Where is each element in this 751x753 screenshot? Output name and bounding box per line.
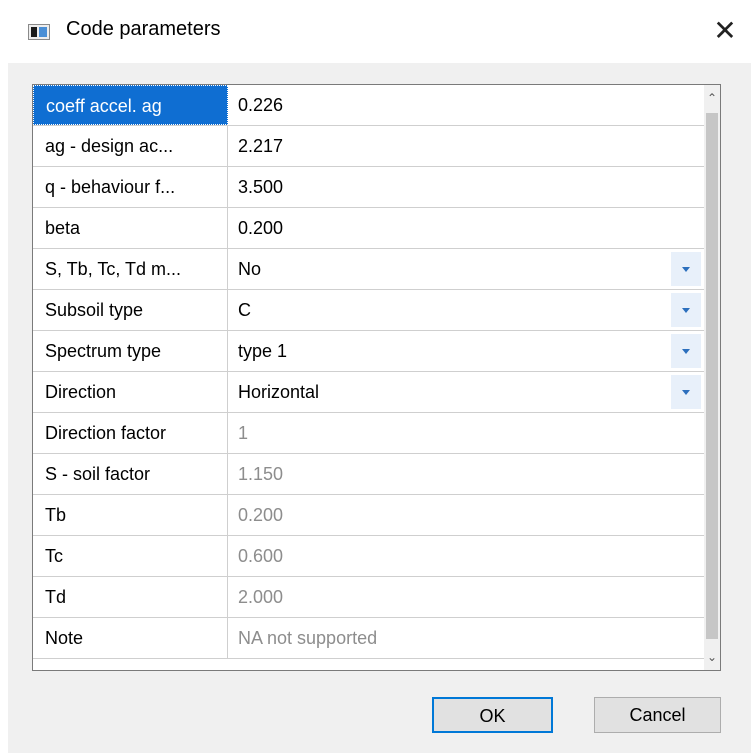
chevron-down-icon [682, 308, 690, 313]
property-row[interactable]: coeff accel. ag 0.226 [33, 85, 705, 126]
property-row[interactable]: Spectrum type type 1 [33, 331, 705, 372]
property-row[interactable]: ag - design ac... 2.217 [33, 126, 705, 167]
ok-button[interactable]: OK [432, 697, 553, 733]
property-row[interactable]: Subsoil type C [33, 290, 705, 331]
chevron-down-icon [682, 390, 690, 395]
title-bar: Code parameters ✕ [0, 0, 751, 63]
property-label[interactable]: Direction factor [33, 413, 228, 453]
property-value-field[interactable]: 3.500 [228, 167, 705, 207]
property-label[interactable]: Tb [33, 495, 228, 535]
property-value-field[interactable]: 2.217 [228, 126, 705, 166]
property-value-select[interactable]: C [228, 290, 705, 330]
property-label[interactable]: q - behaviour f... [33, 167, 228, 207]
scroll-up-icon[interactable]: ⌃ [704, 85, 720, 111]
chevron-down-icon [682, 349, 690, 354]
property-value-field: NA not supported [238, 628, 378, 648]
property-value-field: 1 [238, 423, 249, 443]
property-label[interactable]: S, Tb, Tc, Td m... [33, 249, 228, 289]
window-title: Code parameters [66, 18, 221, 40]
property-row[interactable]: q - behaviour f... 3.500 [33, 167, 705, 208]
dropdown-arrow-icon[interactable] [671, 375, 701, 409]
property-value-select[interactable]: type 1 [228, 331, 705, 371]
property-grid: coeff accel. ag 0.226 ag - design ac... 2.2… [32, 84, 721, 671]
icon-blue-block [39, 27, 47, 37]
scrollbar-thumb[interactable] [706, 113, 718, 639]
property-label[interactable]: beta [33, 208, 228, 248]
property-label[interactable]: ag - design ac... [33, 126, 228, 166]
property-label[interactable]: Note [33, 618, 228, 658]
property-row[interactable]: Tb 0.200 [33, 495, 705, 536]
dropdown-arrow-icon[interactable] [671, 334, 701, 368]
property-label[interactable]: Spectrum type [33, 331, 228, 371]
property-label[interactable]: S - soil factor [33, 454, 228, 494]
close-button[interactable]: ✕ [708, 14, 742, 48]
property-row[interactable]: S - soil factor 1.150 [33, 454, 705, 495]
property-row[interactable]: beta 0.200 [33, 208, 705, 249]
dropdown-arrow-icon[interactable] [671, 252, 701, 286]
property-label[interactable]: coeff accel. ag [33, 85, 228, 125]
property-value-field: 1.150 [238, 464, 284, 484]
cancel-button[interactable]: Cancel [594, 697, 721, 733]
property-value-select[interactable]: No [228, 249, 705, 289]
property-value-field[interactable]: 0.200 [228, 208, 705, 248]
property-label[interactable]: Direction [33, 372, 228, 412]
property-value-field: 2.000 [238, 587, 284, 607]
chevron-down-icon [682, 267, 690, 272]
icon-dark-block [31, 27, 37, 37]
property-value-field[interactable]: 0.226 [228, 85, 705, 125]
dropdown-arrow-icon[interactable] [671, 293, 701, 327]
property-row[interactable]: Td 2.000 [33, 577, 705, 618]
property-label[interactable]: Subsoil type [33, 290, 228, 330]
property-row[interactable]: Direction Horizontal [33, 372, 705, 413]
property-label[interactable]: Tc [33, 536, 228, 576]
property-value-select[interactable]: Horizontal [228, 372, 705, 412]
property-value-field: 0.600 [238, 546, 284, 566]
property-row[interactable]: Note NA not supported [33, 618, 705, 659]
vertical-scrollbar[interactable]: ⌃ ⌄ [704, 85, 720, 670]
app-window-icon [28, 24, 50, 40]
property-row[interactable]: Tc 0.600 [33, 536, 705, 577]
property-label[interactable]: Td [33, 577, 228, 617]
scroll-down-icon[interactable]: ⌄ [704, 644, 720, 670]
property-value-field: 0.200 [238, 505, 284, 525]
property-row[interactable]: S, Tb, Tc, Td m... No [33, 249, 705, 290]
property-row[interactable]: Direction factor 1 [33, 413, 705, 454]
